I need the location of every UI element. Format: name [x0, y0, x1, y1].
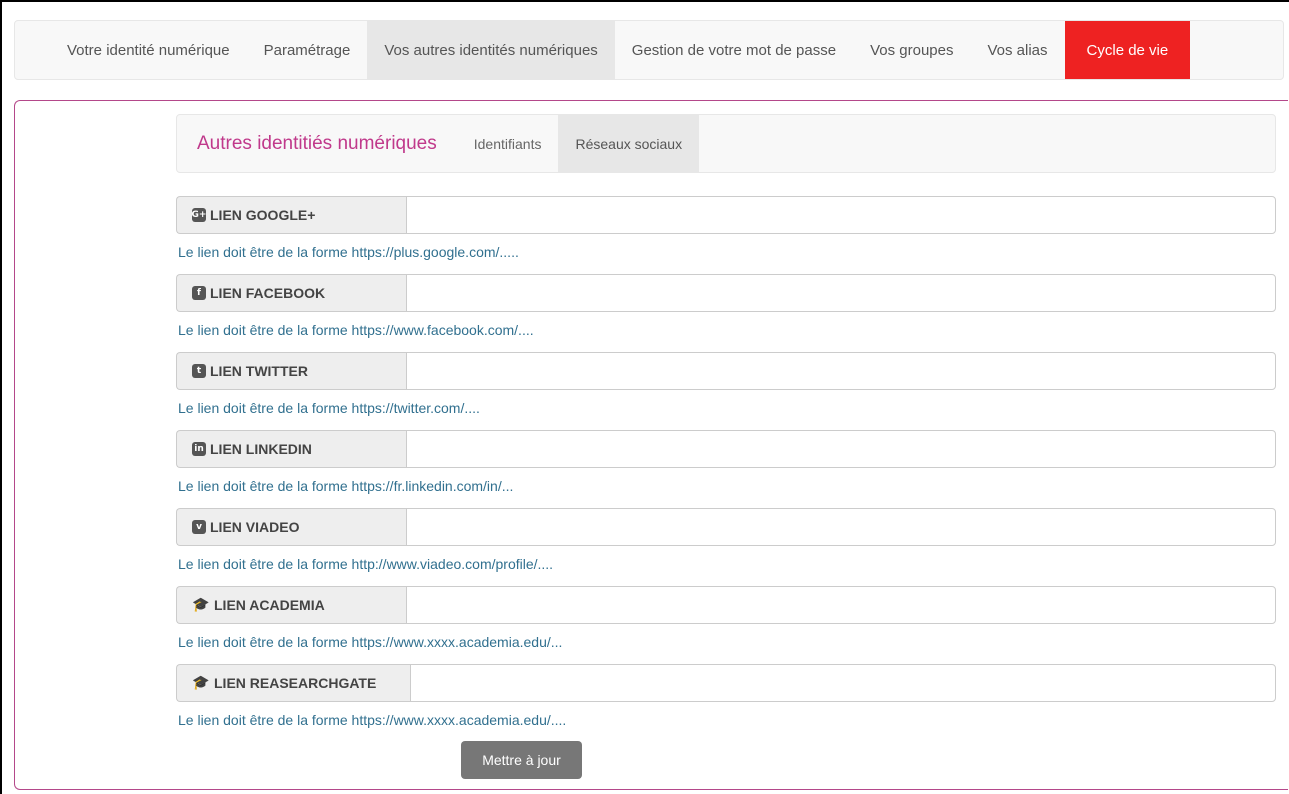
academia-input[interactable]: [406, 586, 1276, 624]
google-plus-label: LIEN GOOGLE+: [210, 207, 316, 223]
nav-tab-mot-de-passe[interactable]: Gestion de votre mot de passe: [615, 21, 853, 79]
subnav-tab-identifiants[interactable]: Identifiants: [457, 115, 559, 172]
facebook-input[interactable]: [406, 274, 1276, 312]
subnav-title: Autres identitiés numériques: [197, 132, 437, 154]
researchgate-input[interactable]: [410, 664, 1276, 702]
google-plus-input[interactable]: [406, 196, 1276, 234]
researchgate-field: 🎓 LIEN REASEARCHGATE: [176, 664, 1276, 702]
researchgate-help: Le lien doit être de la forme https://ww…: [178, 712, 567, 728]
window-frame-left: [0, 0, 2, 794]
viadeo-field: v LIEN VIADEO: [176, 508, 1276, 546]
linkedin-icon: in: [192, 442, 206, 456]
nav-tab-groupes[interactable]: Vos groupes: [853, 21, 970, 79]
nav-tab-autres-identites[interactable]: Vos autres identités numériques: [367, 21, 615, 79]
viadeo-icon: v: [192, 520, 206, 534]
window-frame-top: [0, 0, 1289, 2]
nav-tab-identite[interactable]: Votre identité numérique: [15, 21, 247, 79]
google-plus-help: Le lien doit être de la forme https://pl…: [178, 244, 519, 260]
researchgate-label: LIEN REASEARCHGATE: [214, 675, 377, 691]
linkedin-addon: in LIEN LINKEDIN: [176, 430, 406, 468]
academia-field: 🎓 LIEN ACADEMIA: [176, 586, 1276, 624]
twitter-addon: t LIEN TWITTER: [176, 352, 406, 390]
facebook-label: LIEN FACEBOOK: [210, 285, 326, 301]
twitter-label: LIEN TWITTER: [210, 363, 308, 379]
facebook-addon: f LIEN FACEBOOK: [176, 274, 406, 312]
top-navigation: Votre identité numérique Paramétrage Vos…: [14, 20, 1284, 80]
sub-navigation: Autres identitiés numériques Identifiant…: [176, 114, 1276, 173]
twitter-help: Le lien doit être de la forme https://tw…: [178, 400, 480, 416]
viadeo-input[interactable]: [406, 508, 1276, 546]
google-plus-field: G+ LIEN GOOGLE+: [176, 196, 1276, 234]
nav-tab-parametrage[interactable]: Paramétrage: [247, 21, 368, 79]
subnav-tab-reseaux-sociaux[interactable]: Réseaux sociaux: [558, 115, 700, 172]
linkedin-input[interactable]: [406, 430, 1276, 468]
twitter-input[interactable]: [406, 352, 1276, 390]
twitter-icon: t: [192, 364, 206, 378]
facebook-field: f LIEN FACEBOOK: [176, 274, 1276, 312]
academia-label: LIEN ACADEMIA: [214, 597, 325, 613]
viadeo-help: Le lien doit être de la forme http://www…: [178, 556, 554, 572]
graduation-cap-icon: 🎓: [192, 675, 210, 691]
twitter-field: t LIEN TWITTER: [176, 352, 1276, 390]
researchgate-addon: 🎓 LIEN REASEARCHGATE: [176, 664, 410, 702]
academia-addon: 🎓 LIEN ACADEMIA: [176, 586, 406, 624]
facebook-help: Le lien doit être de la forme https://ww…: [178, 322, 534, 338]
google-plus-icon: G+: [191, 208, 207, 222]
linkedin-label: LIEN LINKEDIN: [210, 441, 312, 457]
graduation-cap-icon: 🎓: [192, 597, 210, 613]
nav-tab-alias[interactable]: Vos alias: [970, 21, 1064, 79]
linkedin-field: in LIEN LINKEDIN: [176, 430, 1276, 468]
google-plus-addon: G+ LIEN GOOGLE+: [176, 196, 406, 234]
linkedin-help: Le lien doit être de la forme https://fr…: [178, 478, 514, 494]
viadeo-label: LIEN VIADEO: [210, 519, 300, 535]
viadeo-addon: v LIEN VIADEO: [176, 508, 406, 546]
nav-tab-cycle-de-vie[interactable]: Cycle de vie: [1064, 21, 1191, 79]
academia-help: Le lien doit être de la forme https://ww…: [178, 634, 563, 650]
update-button[interactable]: Mettre à jour: [461, 741, 582, 779]
facebook-icon: f: [192, 286, 206, 300]
